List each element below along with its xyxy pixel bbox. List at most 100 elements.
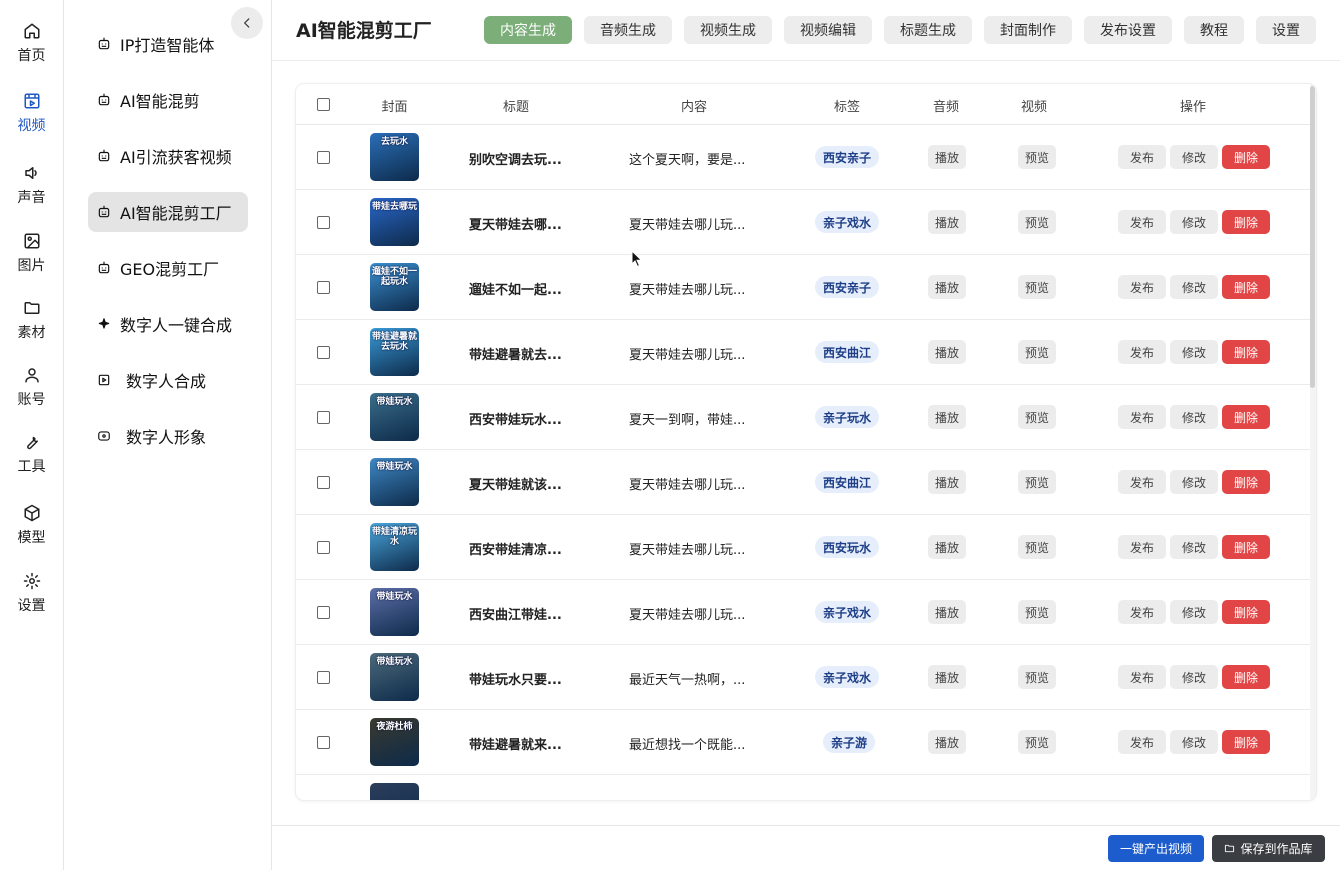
edit-button[interactable]: 修改 xyxy=(1170,145,1218,169)
delete-button[interactable]: 删除 xyxy=(1222,340,1270,364)
rail-item-account[interactable]: 账号 xyxy=(0,364,63,420)
edit-button[interactable]: 修改 xyxy=(1170,470,1218,494)
delete-button[interactable]: 删除 xyxy=(1222,405,1270,429)
tab-cover-make[interactable]: 封面制作 xyxy=(984,16,1072,44)
publish-button[interactable]: 发布 xyxy=(1118,600,1166,624)
row-checkbox[interactable] xyxy=(317,411,330,424)
publish-button[interactable]: 发布 xyxy=(1118,340,1166,364)
delete-button[interactable]: 删除 xyxy=(1222,275,1270,299)
cover-thumbnail[interactable]: 带娃去哪玩 xyxy=(370,198,419,246)
play-audio-button[interactable]: 播放 xyxy=(928,210,967,234)
rail-item-video[interactable]: 视频 xyxy=(0,90,63,146)
rail-item-material[interactable]: 素材 xyxy=(0,297,63,353)
scrollbar-thumb[interactable] xyxy=(1310,86,1315,388)
rail-item-model[interactable]: 模型 xyxy=(0,502,63,558)
generate-video-button[interactable]: 一键产出视频 xyxy=(1108,835,1204,862)
edit-button[interactable]: 修改 xyxy=(1170,535,1218,559)
row-checkbox[interactable] xyxy=(317,216,330,229)
play-audio-button[interactable]: 播放 xyxy=(928,470,967,494)
publish-button[interactable]: 发布 xyxy=(1118,145,1166,169)
sidebar-item-digital-human-oneclick[interactable]: 数字人一键合成 xyxy=(88,304,248,344)
cover-thumbnail[interactable]: 带娃玩水 xyxy=(370,653,419,701)
preview-video-button[interactable]: 预览 xyxy=(1018,535,1057,559)
publish-button[interactable]: 发布 xyxy=(1118,405,1166,429)
edit-button[interactable]: 修改 xyxy=(1170,730,1218,754)
rail-item-image[interactable]: 图片 xyxy=(0,230,63,286)
cover-thumbnail[interactable]: 遛娃不如一起玩水 xyxy=(370,263,419,311)
preview-video-button[interactable]: 预览 xyxy=(1018,340,1057,364)
preview-video-button[interactable]: 预览 xyxy=(1018,600,1057,624)
rail-item-settings[interactable]: 设置 xyxy=(0,570,63,626)
cover-thumbnail[interactable]: 去玩水 xyxy=(370,133,419,181)
cover-thumbnail[interactable] xyxy=(370,783,419,800)
delete-button[interactable]: 删除 xyxy=(1222,535,1270,559)
publish-button[interactable]: 发布 xyxy=(1118,665,1166,689)
preview-video-button[interactable]: 预览 xyxy=(1018,210,1057,234)
play-audio-button[interactable]: 播放 xyxy=(928,145,967,169)
edit-button[interactable]: 修改 xyxy=(1170,275,1218,299)
rail-item-home[interactable]: 首页 xyxy=(0,20,63,76)
preview-video-button[interactable]: 预览 xyxy=(1018,405,1057,429)
row-checkbox[interactable] xyxy=(317,736,330,749)
publish-button[interactable]: 发布 xyxy=(1118,730,1166,754)
select-all-checkbox[interactable] xyxy=(317,98,330,111)
tab-video-gen[interactable]: 视频生成 xyxy=(684,16,772,44)
publish-button[interactable]: 发布 xyxy=(1118,275,1166,299)
tab-tutorial[interactable]: 教程 xyxy=(1184,16,1244,44)
preview-video-button[interactable]: 预览 xyxy=(1018,145,1057,169)
preview-video-button[interactable]: 预览 xyxy=(1018,730,1057,754)
play-audio-button[interactable]: 播放 xyxy=(928,665,967,689)
play-audio-button[interactable]: 播放 xyxy=(928,405,967,429)
row-checkbox[interactable] xyxy=(317,606,330,619)
play-audio-button[interactable]: 播放 xyxy=(928,730,967,754)
cover-thumbnail[interactable]: 夜游杜柿 xyxy=(370,718,419,766)
sidebar-item-ip-agent[interactable]: IP打造智能体 xyxy=(88,24,248,64)
cover-thumbnail[interactable]: 带娃玩水 xyxy=(370,458,419,506)
preview-video-button[interactable]: 预览 xyxy=(1018,665,1057,689)
play-audio-button[interactable]: 播放 xyxy=(928,535,967,559)
row-checkbox[interactable] xyxy=(317,346,330,359)
edit-button[interactable]: 修改 xyxy=(1170,600,1218,624)
sidebar-item-geo-factory[interactable]: GEO混剪工厂 xyxy=(88,248,248,288)
delete-button[interactable]: 删除 xyxy=(1222,730,1270,754)
play-audio-button[interactable]: 播放 xyxy=(928,600,967,624)
preview-video-button[interactable]: 预览 xyxy=(1018,470,1057,494)
delete-button[interactable]: 删除 xyxy=(1222,665,1270,689)
preview-video-button[interactable]: 预览 xyxy=(1018,275,1057,299)
row-checkbox[interactable] xyxy=(317,476,330,489)
tab-publish-settings[interactable]: 发布设置 xyxy=(1084,16,1172,44)
cover-thumbnail[interactable]: 带娃玩水 xyxy=(370,393,419,441)
rail-item-sound[interactable]: 声音 xyxy=(0,162,63,218)
tab-settings[interactable]: 设置 xyxy=(1256,16,1316,44)
publish-button[interactable]: 发布 xyxy=(1118,210,1166,234)
row-checkbox[interactable] xyxy=(317,671,330,684)
tab-title-gen[interactable]: 标题生成 xyxy=(884,16,972,44)
delete-button[interactable]: 删除 xyxy=(1222,470,1270,494)
edit-button[interactable]: 修改 xyxy=(1170,210,1218,234)
edit-button[interactable]: 修改 xyxy=(1170,665,1218,689)
edit-button[interactable]: 修改 xyxy=(1170,340,1218,364)
tab-video-edit[interactable]: 视频编辑 xyxy=(784,16,872,44)
rail-item-tools[interactable]: 工具 xyxy=(0,431,63,487)
sidebar-item-digital-human-avatar[interactable]: 数字人形象 xyxy=(88,416,248,456)
row-checkbox[interactable] xyxy=(317,541,330,554)
play-audio-button[interactable]: 播放 xyxy=(928,340,967,364)
cover-thumbnail[interactable]: 带娃清凉玩水 xyxy=(370,523,419,571)
delete-button[interactable]: 删除 xyxy=(1222,145,1270,169)
publish-button[interactable]: 发布 xyxy=(1118,535,1166,559)
save-to-library-button[interactable]: 保存到作品库 xyxy=(1212,835,1325,862)
delete-button[interactable]: 删除 xyxy=(1222,210,1270,234)
sidebar-item-digital-human-compose[interactable]: 数字人合成 xyxy=(88,360,248,400)
cover-thumbnail[interactable]: 带娃玩水 xyxy=(370,588,419,636)
sidebar-item-ai-mix[interactable]: AI智能混剪 xyxy=(88,80,248,120)
row-checkbox[interactable] xyxy=(317,151,330,164)
edit-button[interactable]: 修改 xyxy=(1170,405,1218,429)
tab-audio-gen[interactable]: 音频生成 xyxy=(584,16,672,44)
sidebar-item-lead-video[interactable]: AI引流获客视频 xyxy=(88,136,248,176)
row-checkbox[interactable] xyxy=(317,281,330,294)
tab-content-gen[interactable]: 内容生成 xyxy=(484,16,572,44)
play-audio-button[interactable]: 播放 xyxy=(928,275,967,299)
publish-button[interactable]: 发布 xyxy=(1118,470,1166,494)
sidebar-item-mix-factory[interactable]: AI智能混剪工厂 xyxy=(88,192,248,232)
delete-button[interactable]: 删除 xyxy=(1222,600,1270,624)
